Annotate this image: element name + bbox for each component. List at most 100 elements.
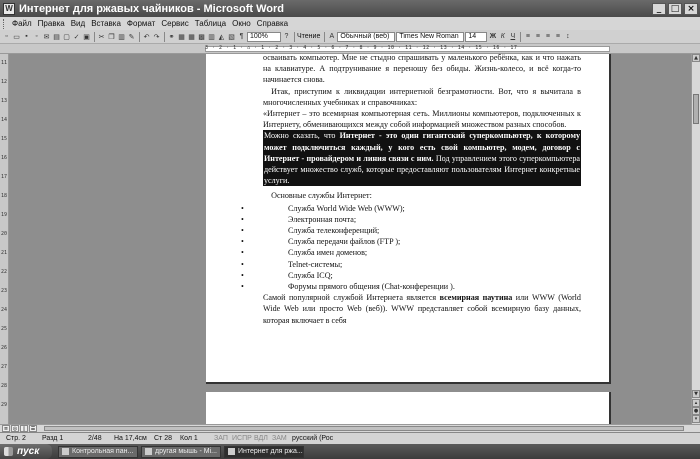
title-bar[interactable]: W Интернет для ржавых чайников - Microso… xyxy=(0,0,700,17)
scroll-down-icon[interactable]: ▼ xyxy=(692,390,700,398)
open-folder-icon[interactable]: ▭ xyxy=(12,32,21,41)
insert-excel-icon[interactable]: ▩ xyxy=(197,32,206,41)
print-preview-icon[interactable]: ▢ xyxy=(62,32,71,41)
align-center-icon[interactable]: ≡ xyxy=(533,32,542,41)
vertical-ruler-tick: 19 xyxy=(1,212,8,218)
menu-window[interactable]: Окно xyxy=(229,19,254,28)
menu-tools[interactable]: Сервис xyxy=(158,19,191,28)
print-view-icon[interactable]: ▯ xyxy=(20,425,28,432)
underline-button[interactable]: Ч xyxy=(508,32,517,41)
vertical-ruler-tick: 13 xyxy=(1,98,8,104)
format-painter-icon[interactable]: ✎ xyxy=(127,32,136,41)
minimize-button[interactable]: _ xyxy=(652,2,666,15)
styles-pane-icon[interactable]: A xyxy=(327,32,336,41)
next-page-icon[interactable]: ▾ xyxy=(692,415,700,423)
web-view-icon[interactable]: ◎ xyxy=(11,425,19,432)
list-item: Служба ICQ; xyxy=(241,270,581,281)
taskbar-item[interactable]: Контрольная пан... xyxy=(58,445,138,458)
toolbar-separator xyxy=(94,31,95,42)
drawing-icon[interactable]: ◭ xyxy=(217,32,226,41)
zoom-select[interactable]: 100% xyxy=(247,31,281,42)
paragraph: «Интернет – это всемирная компьютерная с… xyxy=(263,109,581,130)
line-spacing-icon[interactable]: ↕ xyxy=(563,32,572,41)
word-document-icon xyxy=(145,448,152,455)
outline-view-icon[interactable]: ☰ xyxy=(29,425,37,432)
menu-format[interactable]: Формат xyxy=(124,19,158,28)
vertical-scrollbar[interactable]: ▲ ▼ ▴ ● ▾ xyxy=(691,54,700,424)
scroll-thumb[interactable] xyxy=(693,94,699,124)
list-item: Служба передачи файлов (FTP ); xyxy=(241,236,581,247)
permission-icon[interactable]: ◦ xyxy=(32,32,41,41)
status-rec[interactable]: ЗАП xyxy=(214,435,232,442)
document-map-icon[interactable]: ▧ xyxy=(227,32,236,41)
show-hide-icon[interactable]: ¶ xyxy=(237,32,246,41)
document-page[interactable]: осваивать компьютер. Мне не стыдно спраш… xyxy=(206,54,611,384)
menu-view[interactable]: Вид xyxy=(68,19,88,28)
paragraph-text: Итак, приступим к ликвидации интернетной… xyxy=(263,86,581,107)
tables-borders-icon[interactable]: ▦ xyxy=(177,32,186,41)
vertical-ruler-tick: 18 xyxy=(1,193,8,199)
taskbar-item[interactable]: другая мышь - Mi... xyxy=(141,445,221,458)
font-select[interactable]: Times New Roman xyxy=(396,31,465,42)
help-icon[interactable]: ? xyxy=(282,32,291,41)
word-app-icon[interactable]: W xyxy=(3,2,15,15)
status-track[interactable]: ИСПР xyxy=(232,435,254,442)
scroll-up-icon[interactable]: ▲ xyxy=(692,54,700,62)
reading-mode-button[interactable]: Чтение xyxy=(297,33,320,40)
window-title: Интернет для ржавых чайников - Microsoft… xyxy=(19,2,284,15)
taskbar-item-active[interactable]: Интернет для ржа... xyxy=(224,445,304,458)
maximize-button[interactable]: □ xyxy=(668,2,682,15)
horizontal-scroll-thumb[interactable] xyxy=(44,426,684,431)
bold-button[interactable]: Ж xyxy=(488,32,497,41)
start-button[interactable]: пуск xyxy=(0,444,52,459)
italic-button[interactable]: К xyxy=(498,32,507,41)
vertical-ruler-tick: 14 xyxy=(1,117,8,123)
normal-view-icon[interactable]: ≡ xyxy=(2,425,10,432)
menu-file[interactable]: Файл xyxy=(9,19,35,28)
status-overtype[interactable]: ЗАМ xyxy=(272,435,292,442)
document-area[interactable]: осваивать компьютер. Мне не стыдно спраш… xyxy=(9,54,691,424)
style-select[interactable]: Обычный (веб) xyxy=(337,31,396,42)
cut-icon[interactable]: ✂ xyxy=(97,32,106,41)
vertical-ruler-tick: 25 xyxy=(1,326,8,332)
undo-icon[interactable]: ↶ xyxy=(142,32,151,41)
document-text[interactable]: осваивать компьютер. Мне не стыдно спраш… xyxy=(241,54,581,326)
copy-icon[interactable]: ❐ xyxy=(107,32,116,41)
justify-icon[interactable]: ≡ xyxy=(553,32,562,41)
status-bar: Стр. 2 Разд 1 2/48 На 17,4см Ст 28 Кол 1… xyxy=(0,432,700,444)
columns-icon[interactable]: ▥ xyxy=(207,32,216,41)
align-right-icon[interactable]: ≡ xyxy=(543,32,552,41)
save-icon[interactable]: ▪ xyxy=(22,32,31,41)
previous-page-icon[interactable]: ▴ xyxy=(692,399,700,407)
vertical-ruler-tick: 16 xyxy=(1,155,8,161)
menu-table[interactable]: Таблица xyxy=(192,19,229,28)
horizontal-scrollbar[interactable]: ≡ ◎ ▯ ☰ xyxy=(0,424,700,432)
paragraph: Самой популярной службой Интернета являе… xyxy=(263,292,581,326)
vertical-ruler[interactable]: 11 12 13 14 15 16 17 18 19 20 21 22 23 24 25 26 27 28 29 xyxy=(0,54,9,431)
close-button[interactable]: × xyxy=(684,2,698,15)
list-item: Форумы прямого общения (Chat-конференции… xyxy=(241,281,581,292)
paste-icon[interactable]: ▥ xyxy=(117,32,126,41)
align-left-icon[interactable]: ≡ xyxy=(523,32,532,41)
email-icon[interactable]: ✉ xyxy=(42,32,51,41)
taskbar: пуск Контрольная пан... другая мышь - Mi… xyxy=(0,444,700,459)
redo-icon[interactable]: ↷ xyxy=(152,32,161,41)
print-icon[interactable]: ▤ xyxy=(52,32,61,41)
research-icon[interactable]: ▣ xyxy=(82,32,91,41)
taskbar-item-label: Контрольная пан... xyxy=(72,448,134,455)
status-extend[interactable]: ВДЛ xyxy=(254,435,272,442)
menu-grip[interactable] xyxy=(3,18,6,29)
new-document-icon[interactable]: ▫ xyxy=(2,32,11,41)
font-size-select[interactable]: 14 xyxy=(465,31,488,42)
menu-help[interactable]: Справка xyxy=(254,19,291,28)
menu-edit[interactable]: Правка xyxy=(35,19,68,28)
hyperlink-icon[interactable]: ⚭ xyxy=(167,32,176,41)
selected-paragraph[interactable]: Можно сказать, что Интернет - это один г… xyxy=(263,130,581,187)
status-section: Разд 1 xyxy=(42,435,64,442)
horizontal-ruler[interactable]: 3 · 2 · 1 · ⌂ · 1 · 2 · 3 · 4 · 5 · 6 · … xyxy=(0,44,700,54)
spelling-icon[interactable]: ✓ xyxy=(72,32,81,41)
insert-table-icon[interactable]: ▦ xyxy=(187,32,196,41)
next-page[interactable] xyxy=(206,392,611,424)
browse-object-icon[interactable]: ● xyxy=(692,407,700,415)
menu-insert[interactable]: Вставка xyxy=(88,19,124,28)
